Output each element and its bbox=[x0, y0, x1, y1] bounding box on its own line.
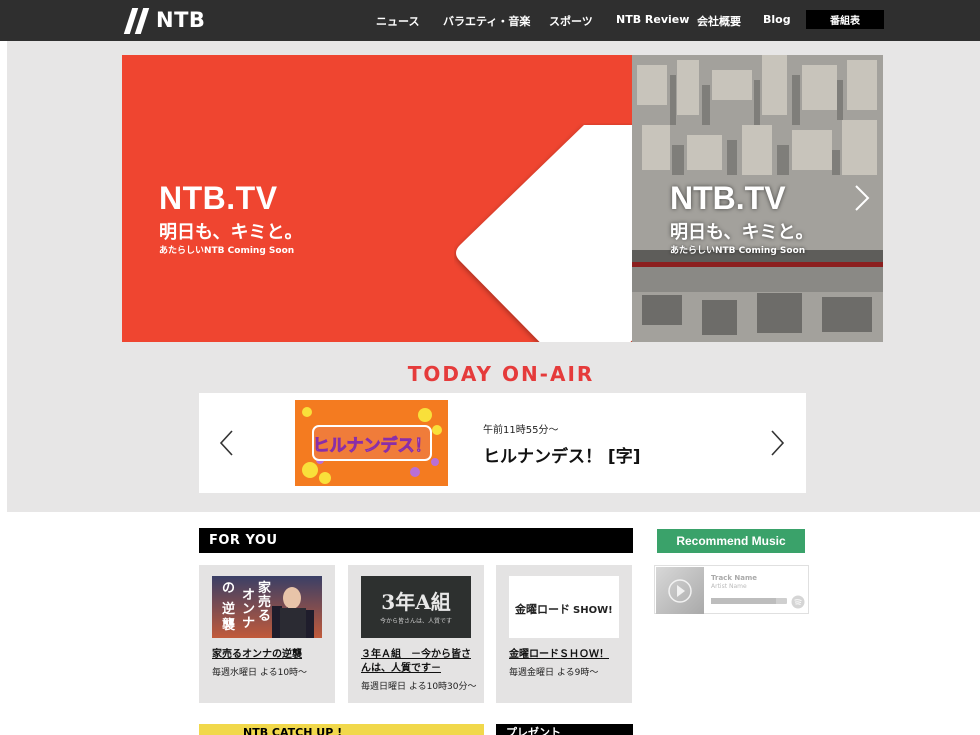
program-card[interactable]: 家売る オンナ の逆襲 家売るオンナの逆襲 毎週水曜日 よる10時～ bbox=[199, 565, 335, 703]
present-heading: プレゼント bbox=[496, 724, 633, 735]
program-card[interactable]: 3年A組 今から皆さんは、人質です ３年Ａ組 －今から皆さんは、人質です－ 毎週… bbox=[348, 565, 484, 703]
program-poster-icon: 3年A組 今から皆さんは、人質です bbox=[361, 576, 471, 638]
chevron-left-icon[interactable] bbox=[219, 429, 235, 457]
spotify-icon[interactable] bbox=[791, 595, 805, 609]
ntb-mark-icon bbox=[552, 305, 560, 314]
nav-ntb-review[interactable]: NTB Review bbox=[616, 13, 689, 26]
svg-text:オ: オ bbox=[242, 588, 255, 603]
card-time: 毎週水曜日 よる10時～ bbox=[212, 668, 308, 678]
hero-slide-next[interactable]: NTB.TV 明日も、キミと。 あたらしいNTB Coming Soon bbox=[632, 55, 883, 342]
card-time: 毎週金曜日 よる9時～ bbox=[509, 668, 599, 678]
svg-text:売: 売 bbox=[258, 594, 271, 610]
artist-name: Artist Name bbox=[711, 583, 747, 590]
svg-text:る: る bbox=[258, 609, 271, 624]
hero-inc-text: NTB.Inc bbox=[564, 305, 599, 314]
program-guide-button[interactable]: 番組表 bbox=[806, 10, 884, 29]
site-header: NTB ニュース バラエティ・音楽 スポーツ NTB Review 会社概要 B… bbox=[0, 0, 980, 41]
card-thumbnail[interactable]: 家売る オンナ の逆襲 bbox=[212, 576, 322, 638]
program-card[interactable]: 金曜ロード SHOW! 金曜ロードＳＨＯＷ！ 毎週金曜日 よる9時～ bbox=[496, 565, 632, 703]
program-logo-icon: ヒルナンデス！ bbox=[295, 400, 448, 486]
progress-fill bbox=[711, 598, 776, 604]
nav-blog[interactable]: Blog bbox=[763, 13, 791, 26]
next-slide-subtitle: 明日も、キミと。 bbox=[670, 222, 814, 243]
nav-sports[interactable]: スポーツ bbox=[549, 13, 593, 29]
site-logo[interactable]: NTB bbox=[122, 6, 205, 34]
svg-text:逆: 逆 bbox=[222, 601, 235, 617]
svg-text:ヒルナンデス！: ヒルナンデス！ bbox=[313, 435, 432, 456]
for-you-heading: FOR YOU bbox=[199, 528, 633, 553]
nav-news[interactable]: ニュース bbox=[376, 13, 419, 29]
chevron-right-icon[interactable] bbox=[769, 429, 785, 457]
card-thumbnail[interactable]: 3年A組 今から皆さんは、人質です bbox=[361, 576, 471, 638]
hero-subtitle: 明日も、キミと。 bbox=[159, 222, 303, 243]
svg-text:の: の bbox=[222, 581, 235, 596]
svg-text:3年A組: 3年A組 bbox=[381, 590, 450, 614]
card-time: 毎週日曜日 よる10時30分～ bbox=[361, 682, 477, 692]
hero-slide-main[interactable]: NTB.TV 明日も、キミと。 あたらしいNTB Coming Soon NTB… bbox=[122, 55, 632, 342]
next-slide-coming-soon: あたらしいNTB Coming Soon bbox=[670, 246, 806, 256]
hero-title: NTB.TV bbox=[159, 180, 278, 216]
progress-bar[interactable] bbox=[711, 598, 787, 604]
program-poster-icon: 金曜ロード SHOW! bbox=[509, 576, 619, 638]
hero-coming-soon: あたらしいNTB Coming Soon bbox=[159, 246, 295, 256]
program-poster-icon: 家売る オンナ の逆襲 bbox=[212, 576, 322, 638]
card-thumbnail[interactable]: 金曜ロード SHOW! bbox=[509, 576, 619, 638]
card-title[interactable]: 家売るオンナの逆襲 bbox=[212, 648, 330, 662]
music-player: Track Name Artist Name bbox=[654, 565, 809, 614]
album-art bbox=[656, 567, 704, 614]
on-air-carousel: ヒルナンデス！ 午前11時55分～ ヒルナンデス！ [字] bbox=[199, 393, 806, 493]
nav-variety-music[interactable]: バラエティ・音楽 bbox=[443, 13, 530, 29]
program-name[interactable]: ヒルナンデス！ [字] bbox=[483, 442, 640, 467]
svg-text:ナ: ナ bbox=[242, 616, 255, 631]
svg-text:今から皆さんは、人質です: 今から皆さんは、人質です bbox=[380, 617, 452, 625]
card-title[interactable]: 金曜ロードＳＨＯＷ！ bbox=[509, 648, 627, 662]
svg-text:家: 家 bbox=[258, 580, 272, 596]
track-name: Track Name bbox=[711, 574, 758, 582]
nav-company[interactable]: 会社概要 bbox=[697, 13, 741, 29]
chevron-right-icon[interactable] bbox=[852, 183, 872, 213]
svg-text:襲: 襲 bbox=[222, 617, 236, 633]
next-slide-title: NTB.TV bbox=[670, 180, 786, 216]
svg-text:金曜ロード: 金曜ロード bbox=[514, 602, 570, 616]
logo-text: NTB bbox=[156, 8, 206, 32]
play-icon[interactable] bbox=[656, 567, 704, 614]
program-time: 午前11時55分～ bbox=[483, 425, 559, 436]
hero-inc-label: NTB.Inc bbox=[552, 305, 599, 314]
recommend-music-button[interactable]: Recommend Music bbox=[657, 529, 805, 553]
svg-text:ン: ン bbox=[242, 602, 255, 617]
diamond-graphic-icon bbox=[456, 125, 632, 342]
today-on-air-title: TODAY ON-AIR bbox=[407, 362, 595, 386]
card-title[interactable]: ３年Ａ組 －今から皆さんは、人質です－ bbox=[361, 648, 479, 676]
catch-up-heading: NTB CATCH UP ! bbox=[199, 724, 484, 735]
logo-mark-icon bbox=[122, 6, 152, 34]
program-thumbnail[interactable]: ヒルナンデス！ bbox=[295, 400, 448, 486]
svg-text:SHOW!: SHOW! bbox=[573, 605, 613, 616]
